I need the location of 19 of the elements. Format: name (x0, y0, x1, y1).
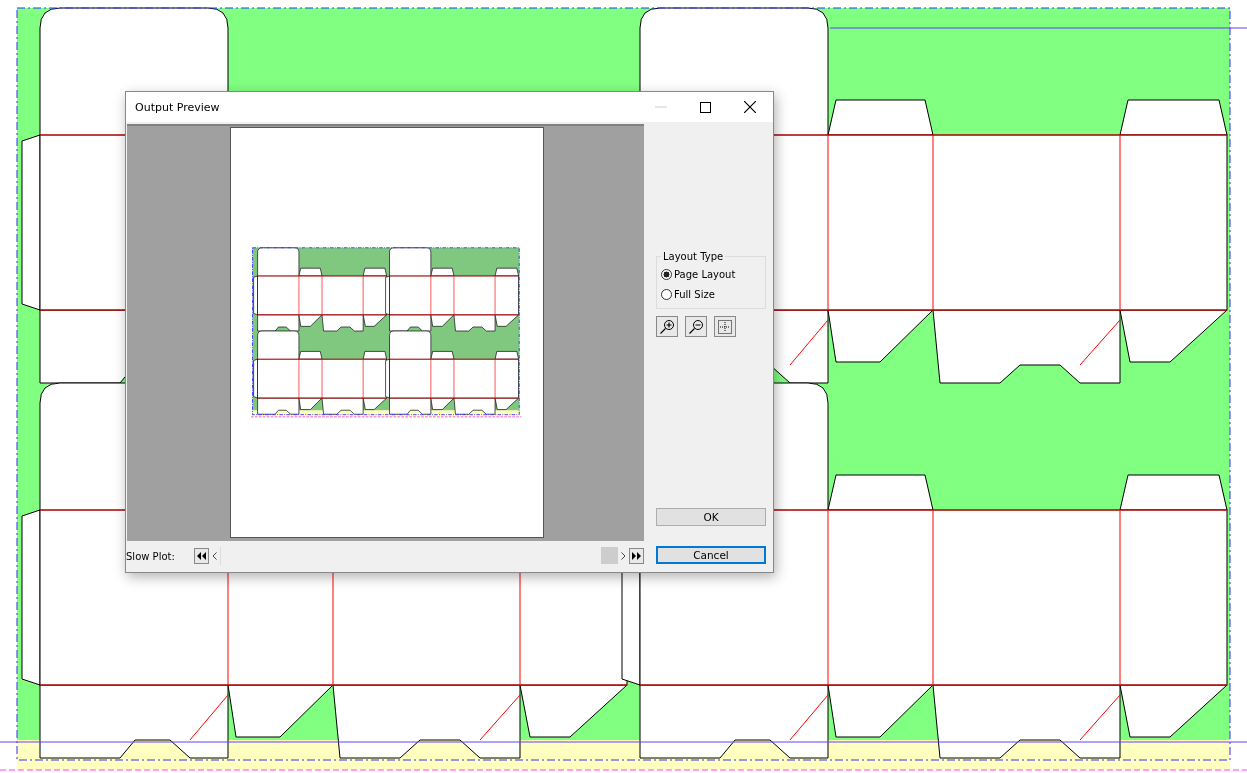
radio-option[interactable]: Page Layout (661, 264, 761, 284)
scroll-right-icon[interactable] (621, 552, 626, 560)
scroll-thumb[interactable] (601, 547, 618, 564)
rewind-button[interactable] (194, 548, 209, 564)
radio-option[interactable]: Full Size (661, 284, 761, 304)
window-title: Output Preview (135, 100, 220, 114)
fast-forward-button[interactable] (629, 548, 644, 564)
slow-plot-label: Slow Plot: (126, 550, 176, 562)
maximize-icon[interactable] (700, 101, 711, 113)
zoom-in-button[interactable] (656, 316, 678, 337)
dialog-button[interactable]: Cancel (656, 546, 766, 564)
dialog-button[interactable]: OK (656, 508, 766, 526)
close-icon[interactable] (744, 101, 756, 113)
scroll-left-icon[interactable] (212, 552, 217, 560)
group-title: Layout Type (662, 251, 725, 262)
zoom-out-button[interactable] (685, 316, 707, 337)
fit-view-button[interactable] (714, 316, 736, 337)
double-left-arrow-icon (197, 552, 206, 560)
double-right-arrow-icon (632, 552, 641, 560)
